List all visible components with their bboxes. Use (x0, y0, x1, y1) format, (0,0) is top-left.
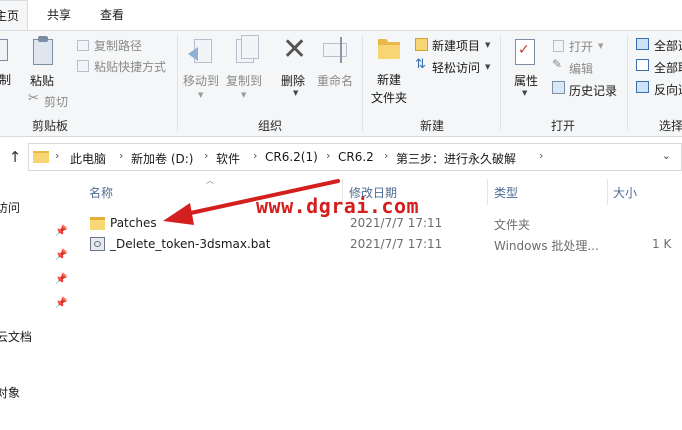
watermark-text: www.dgrai.com (256, 194, 420, 218)
